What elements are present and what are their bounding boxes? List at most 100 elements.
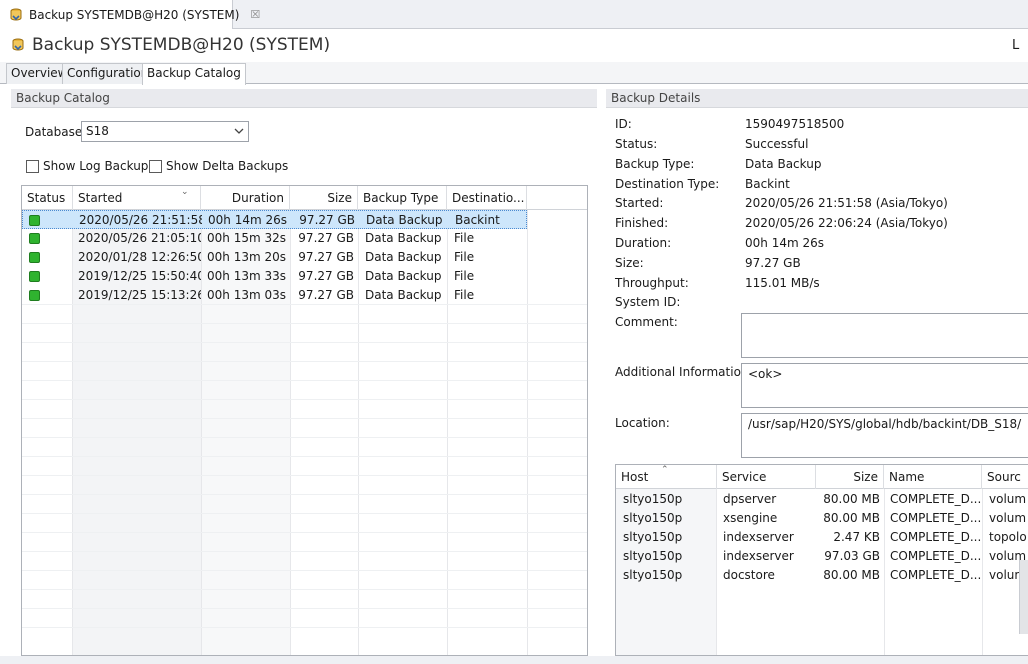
cell-duration: 00h 15m 32s	[207, 231, 286, 245]
cell-size: 97.27 GB	[298, 269, 354, 283]
chevron-down-icon	[234, 122, 244, 148]
editor-tab-backup[interactable]: Backup SYSTEMDB@H20 (SYSTEM) ☒	[0, 0, 260, 29]
location-label: Location:	[615, 416, 670, 430]
cell-file-size: 97.03 GB	[824, 549, 880, 563]
cell-name: COMPLETE_D...	[890, 568, 982, 582]
table-row[interactable]: sltyo150p indexserver 97.03 GB COMPLETE_…	[616, 547, 1028, 566]
cell-name: COMPLETE_D...	[890, 511, 982, 525]
cell-destination: File	[454, 269, 475, 283]
col-host[interactable]: Host ⌃	[616, 465, 717, 489]
finished-value: 2020/05/26 22:06:24 (Asia/Tokyo)	[745, 216, 948, 230]
table-row[interactable]: sltyo150p xsengine 80.00 MB COMPLETE_D..…	[616, 509, 1028, 528]
col-status[interactable]: Status	[22, 186, 73, 210]
vertical-scrollbar[interactable]	[1019, 560, 1028, 634]
additional-info-field[interactable]: <ok>	[741, 363, 1028, 408]
cell-host: sltyo150p	[623, 530, 683, 544]
status-ok-icon	[29, 290, 40, 301]
cell-host: sltyo150p	[623, 511, 683, 525]
page-title-text: Backup SYSTEMDB@H20 (SYSTEM)	[32, 35, 331, 55]
started-label: Started:	[615, 196, 664, 210]
cell-started: 2020/01/28 12:26:50	[78, 250, 201, 264]
show-delta-backups-checkbox[interactable]	[149, 159, 162, 173]
table-row[interactable]: sltyo150p dpserver 80.00 MB COMPLETE_D..…	[616, 490, 1028, 509]
status-ok-icon	[29, 233, 40, 244]
close-icon[interactable]: ☒	[250, 8, 260, 21]
cell-duration: 00h 13m 20s	[207, 250, 286, 264]
destination-type-value: Backint	[745, 177, 790, 191]
show-log-backups-checkbox[interactable]	[26, 159, 39, 173]
status-ok-icon	[29, 271, 40, 282]
table-row[interactable]: sltyo150p indexserver 2.47 KB COMPLETE_D…	[616, 528, 1028, 547]
editor-tab-bar: Backup SYSTEMDB@H20 (SYSTEM) ☒	[0, 0, 1028, 29]
cell-host: sltyo150p	[623, 492, 683, 506]
cell-destination: File	[454, 231, 475, 245]
cell-file-size: 80.00 MB	[823, 511, 880, 525]
status-value: Successful	[745, 137, 809, 151]
cell-name: COMPLETE_D...	[890, 530, 982, 544]
cell-service: docstore	[723, 568, 775, 582]
cell-backup-type: Data Backup	[365, 231, 442, 245]
col-destination[interactable]: Destinatio...	[447, 186, 527, 210]
cell-duration: 00h 14m 26s	[208, 213, 287, 227]
backup-files-table: Host ⌃ Service Size Name Sourc sltyo150p…	[615, 464, 1028, 656]
cell-backup-type: Data Backup	[365, 250, 442, 264]
col-file-size[interactable]: Size	[816, 465, 884, 489]
sort-caret-icon: ⌄	[181, 187, 189, 197]
cell-source: topolo	[989, 530, 1027, 544]
col-backup-type[interactable]: Backup Type	[358, 186, 447, 210]
tab-configuration[interactable]: Configuration	[62, 63, 154, 84]
show-delta-backups[interactable]: Show Delta Backups	[149, 159, 288, 173]
col-name[interactable]: Name	[884, 465, 982, 489]
duration-value: 00h 14m 26s	[745, 236, 824, 250]
cell-service: indexserver	[723, 530, 794, 544]
show-log-backups[interactable]: Show Log Backups	[26, 159, 155, 173]
sort-caret-icon: ⌃	[661, 465, 669, 475]
cell-size: 97.27 GB	[299, 213, 355, 227]
database-select[interactable]: S18	[81, 121, 249, 142]
show-log-backups-label: Show Log Backups	[43, 159, 155, 173]
tab-backup-catalog[interactable]: Backup Catalog	[142, 63, 246, 85]
database-backup-icon	[8, 7, 24, 23]
cell-started: 2020/05/26 21:05:10	[78, 231, 201, 245]
cell-backup-type: Data Backup	[365, 288, 442, 302]
cell-file-size: 80.00 MB	[823, 492, 880, 506]
backup-type-value: Data Backup	[745, 157, 822, 171]
cell-service: xsengine	[723, 511, 778, 525]
cell-host: sltyo150p	[623, 568, 683, 582]
table-row[interactable]: 2019/12/25 15:13:26 00h 13m 03s 97.27 GB…	[22, 286, 527, 305]
col-started[interactable]: Started ⌄	[73, 186, 201, 210]
col-service[interactable]: Service	[717, 465, 816, 489]
table-row[interactable]: 2019/12/25 15:50:40 00h 13m 33s 97.27 GB…	[22, 267, 527, 286]
table-row[interactable]: 2020/05/26 21:05:10 00h 15m 32s 97.27 GB…	[22, 229, 527, 248]
throughput-value: 115.01 MB/s	[745, 276, 820, 290]
table-row[interactable]: sltyo150p docstore 80.00 MB COMPLETE_D..…	[616, 566, 1028, 585]
additional-info-label: Additional Information:	[615, 365, 753, 379]
table-row[interactable]: 2020/01/28 12:26:50 00h 13m 20s 97.27 GB…	[22, 248, 527, 267]
destination-type-label: Destination Type:	[615, 177, 720, 191]
col-duration[interactable]: Duration	[201, 186, 290, 210]
col-size[interactable]: Size	[290, 186, 358, 210]
id-label: ID:	[615, 117, 632, 131]
table-row[interactable]: 2020/05/26 21:51:58 00h 14m 26s 97.27 GB…	[22, 210, 527, 229]
cell-source: volum	[989, 511, 1027, 525]
cell-duration: 00h 13m 03s	[207, 288, 286, 302]
cell-service: dpserver	[723, 492, 777, 506]
throughput-label: Throughput:	[615, 276, 689, 290]
col-source[interactable]: Sourc	[982, 465, 1028, 489]
backup-details-header: Backup Details	[606, 89, 1028, 108]
cell-destination: File	[454, 288, 475, 302]
cell-backup-type: Data Backup	[365, 269, 442, 283]
cell-backup-type: Data Backup	[366, 213, 443, 227]
status-ok-icon	[29, 252, 40, 263]
comment-field[interactable]	[741, 313, 1028, 358]
cell-destination: File	[454, 250, 475, 264]
col-host-label: Host	[621, 470, 649, 484]
table-header: Status Started ⌄ Duration Size Backup Ty…	[22, 186, 587, 210]
cell-destination: Backint	[455, 213, 500, 227]
cell-duration: 00h 13m 33s	[207, 269, 286, 283]
truncated-header-text: L	[1012, 38, 1020, 53]
editor-tab-label: Backup SYSTEMDB@H20 (SYSTEM)	[29, 7, 240, 22]
size-label: Size:	[615, 256, 644, 270]
location-field[interactable]: /usr/sap/H20/SYS/global/hdb/backint/DB_S…	[741, 413, 1028, 458]
cell-source: volum	[989, 492, 1027, 506]
